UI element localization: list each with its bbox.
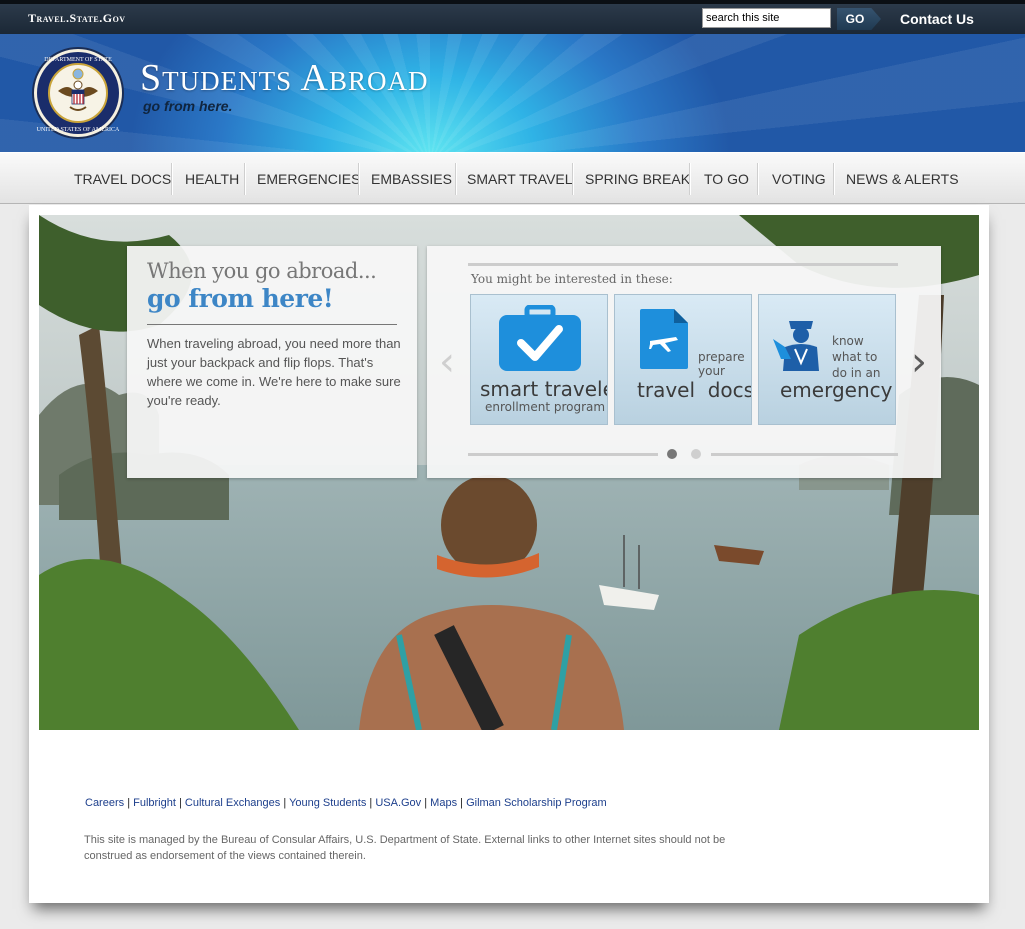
footer-separator: | [460,797,463,809]
carousel-dot[interactable] [691,449,701,459]
footer-separator: | [369,797,373,809]
footer-disclaimer: This site is managed by the Bureau of Co… [84,834,726,862]
footer-separator: | [127,797,131,809]
footer-link-maps[interactable]: Maps [430,797,457,809]
nav-item-smart-travel[interactable]: SMART TRAVEL [455,163,585,195]
tile-subtitle: enrollment program [485,400,606,414]
document-plane-icon [640,309,688,369]
top-utility-bar: Travel.State.Gov GO Contact Us [0,0,1025,34]
tile-smart-traveler[interactable]: smart traveler enrollment program [470,294,608,425]
nav-item-travel-docs[interactable]: TRAVEL DOCS [62,163,183,195]
site-tagline: go from here. [143,98,233,114]
intro-divider [147,324,397,325]
carousel-bottom-divider [711,453,898,456]
tile-title: smart traveler [480,377,607,401]
search-input[interactable] [702,8,831,28]
travel-state-gov-link[interactable]: Travel.State.Gov [28,11,126,26]
carousel-bottom-divider [468,453,658,456]
nav-item-spring-break[interactable]: SPRING BREAK [573,163,702,195]
tile-travel-docs[interactable]: prepare your travel docs [614,294,752,425]
tile-pretext: know what to do in an [832,334,881,380]
search-go-button[interactable]: GO [837,8,881,30]
footer-link-fulbright[interactable]: Fulbright [133,797,176,809]
tile-pretext: prepare your [698,350,745,378]
footer-link-gilman-scholarship[interactable]: Gilman Scholarship Program [466,797,607,809]
nav-divider [757,163,758,195]
department-of-state-seal-icon[interactable]: DEPARTMENT OF STATE UNITED STATES OF AME… [32,47,124,139]
carousel-dot-active[interactable] [667,449,677,459]
footer-link-cultural-exchanges[interactable]: Cultural Exchanges [185,797,280,809]
intro-subheading: go from here! [147,284,334,313]
carousel-label: You might be interested in these: [471,272,673,286]
nav-item-to-go[interactable]: TO GO [692,163,761,195]
nav-item-health[interactable]: HEALTH [173,163,251,195]
tile-emergency[interactable]: know what to do in an emergency [758,294,896,425]
intro-panel: When you go abroad... go from here! When… [127,246,417,478]
nav-divider [689,163,690,195]
briefcase-check-icon [499,305,581,371]
contact-us-link[interactable]: Contact Us [900,11,974,27]
footer-link-young-students[interactable]: Young Students [289,797,366,809]
officer-icon [773,321,819,371]
svg-text:UNITED STATES OF AMERICA: UNITED STATES OF AMERICA [37,127,120,133]
tile-title: travel docs [637,378,752,402]
nav-item-embassies[interactable]: EMBASSIES [359,163,464,195]
footer-separator: | [424,797,428,809]
main-navigation: TRAVEL DOCS HEALTH EMERGENCIES EMBASSIES… [0,152,1025,204]
footer-link-careers[interactable]: Careers [85,797,124,809]
intro-heading: When you go abroad... [147,259,377,283]
footer-link-usa-gov[interactable]: USA.Gov [375,797,421,809]
footer-links: Careers | Fulbright | Cultural Exchanges… [85,797,607,809]
svg-text:DEPARTMENT OF STATE: DEPARTMENT OF STATE [44,57,112,63]
chevron-left-icon: ‹ [439,339,455,385]
nav-item-news-alerts[interactable]: NEWS & ALERTS [834,163,971,195]
tile-title: emergency [780,378,893,402]
nav-divider [171,163,172,195]
footer-separator: | [283,797,287,809]
intro-body-text: When traveling abroad, you need more tha… [147,336,401,408]
footer-separator: | [178,797,182,809]
site-title: Students Abroad [140,57,429,99]
site-header-banner: DEPARTMENT OF STATE UNITED STATES OF AME… [0,34,1025,152]
carousel-top-divider [468,263,898,266]
nav-item-emergencies[interactable]: EMERGENCIES [245,163,372,195]
carousel-next-button[interactable]: › [911,342,927,382]
carousel-prev-button[interactable]: ‹ [439,342,455,382]
chevron-right-icon: › [911,339,927,385]
featured-carousel: You might be interested in these: ‹ smar… [427,246,941,478]
nav-item-voting[interactable]: VOTING [760,163,838,195]
